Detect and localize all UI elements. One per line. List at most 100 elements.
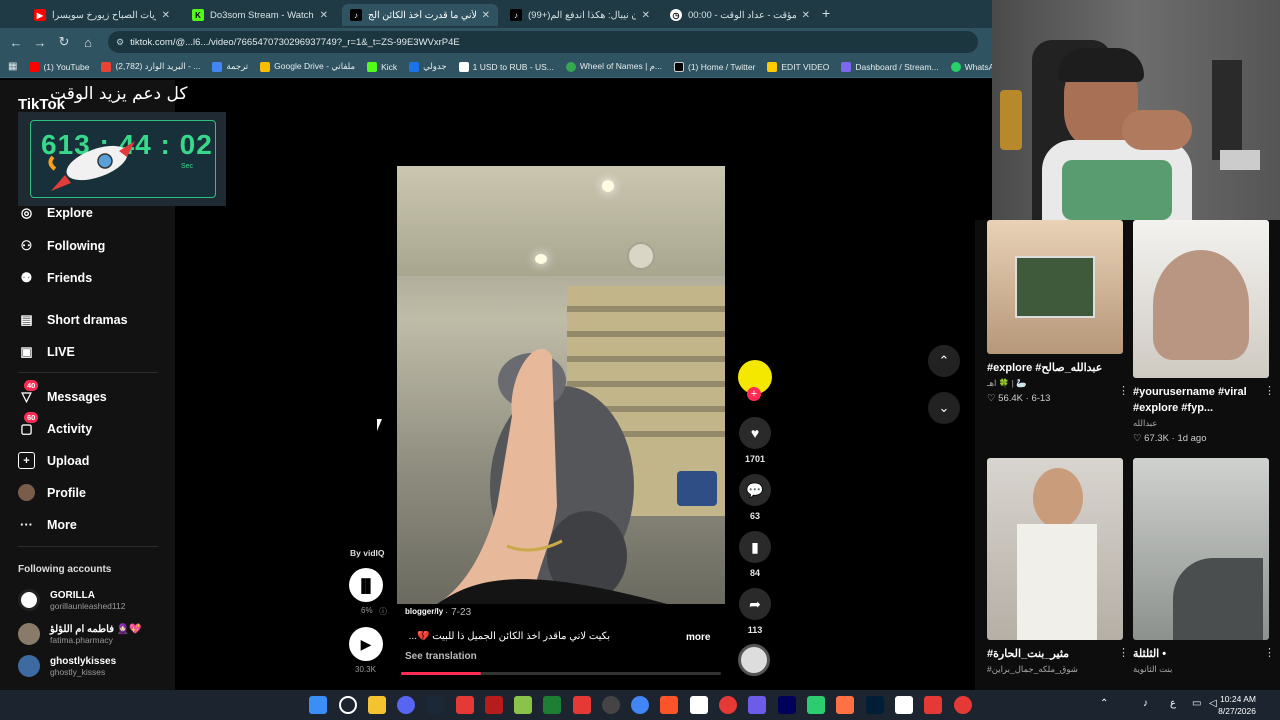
home-icon[interactable]: ⌂ [76,35,100,50]
nav-activity[interactable]: ▢ 60 Activity [18,412,92,437]
windows-start-icon[interactable] [309,696,327,714]
app-icon[interactable] [895,696,913,714]
card-menu-icon[interactable]: ⋮ [1264,646,1275,659]
nav-friends[interactable]: ⚉ Friends [18,269,92,286]
search-icon[interactable] [339,696,357,714]
network-icon[interactable]: ▭ [1192,698,1201,709]
comment-icon[interactable]: 💬 [739,474,771,506]
video-author[interactable]: blogger/ly [405,607,443,616]
discord-icon[interactable] [397,696,415,714]
previous-video-button[interactable]: ⌃ [928,345,960,377]
caption-more-link[interactable]: more [686,632,710,643]
close-tab-icon[interactable]: ✕ [802,10,810,21]
play-button[interactable]: ▶ [349,627,383,661]
see-translation-link[interactable]: See translation [405,651,477,662]
save-action[interactable]: ▮ 84 [738,531,772,578]
app-icon[interactable] [690,696,708,714]
bookmark-wheel[interactable]: Wheel of Names | م... [565,61,662,72]
share-action[interactable]: ➦ 113 [738,588,772,635]
app-icon[interactable] [954,696,972,714]
nav-short-dramas[interactable]: ▤ Short dramas [18,311,127,328]
brave-icon[interactable] [660,696,678,714]
vidiq-stats-button[interactable]: ▐▌ [349,568,383,602]
nav-live[interactable]: ▣ LIVE [18,343,74,360]
bookmark-dashboard[interactable]: Dashboard / Stream... [841,61,939,72]
nav-upload[interactable]: + Upload [18,452,89,469]
card-menu-icon[interactable]: ⋮ [1118,646,1129,659]
back-icon[interactable]: ← [4,35,28,50]
bookmark-icon[interactable]: ▮ [739,531,771,563]
comment-action[interactable]: 💬 63 [738,474,772,521]
excel-icon[interactable] [543,696,561,714]
card-menu-icon[interactable]: ⋮ [1264,384,1275,397]
taskbar-clock[interactable]: 10:24 AM 8/27/2026 [1218,693,1256,717]
recommended-video-card[interactable]: الثلثلة • بنت الثانوية ⋮ [1133,458,1275,675]
premiere-icon[interactable] [778,696,796,714]
browser-tab-4[interactable]: ♪ (99+)فيضان نيبال: هكذا اندفع الم ✕ [502,4,658,26]
close-tab-icon[interactable]: ✕ [482,10,490,21]
app-icon[interactable] [514,696,532,714]
bookmark-schedule[interactable]: جدولي [409,61,447,72]
bookmark-translate[interactable]: ترجمة [212,61,248,72]
video-thumbnail[interactable] [1133,220,1269,378]
heart-icon[interactable]: ♥ [739,417,771,449]
file-explorer-icon[interactable] [368,696,386,714]
bookmark-youtube[interactable]: (1) YouTube [29,61,89,72]
follow-plus-button[interactable]: + [747,387,761,401]
tray-chevron-icon[interactable]: ⌃ [1100,698,1108,709]
following-account-item[interactable]: فاطمه ام اللؤلؤ 🧕🏻💖 fatima.pharmacy [18,623,142,645]
video-thumbnail[interactable] [1133,458,1269,640]
like-action[interactable]: ♥ 1701 [738,417,772,464]
site-info-icon[interactable]: ⚙ [116,37,124,48]
microphone-icon[interactable]: ♪ [1143,698,1148,709]
nav-explore[interactable]: ◎ Explore [18,204,93,221]
recommended-video-card[interactable]: #yourusername #viral #explore #fyp... عب… [1133,220,1275,444]
browser-tab-3-active[interactable]: ♪ بكيت لأني ما قدرت آخذ الكائن الج ✕ [342,4,498,26]
recommended-video-card[interactable]: #explore #عبدالله_صالح اهـ 🍀 | 🦢 ♡ 56.4K… [987,220,1129,404]
close-tab-icon[interactable]: ✕ [642,10,650,21]
close-tab-icon[interactable]: ✕ [320,10,328,21]
reload-icon[interactable]: ↻ [52,34,76,50]
share-icon[interactable]: ➦ [739,588,771,620]
following-account-item[interactable]: ghostlykisses ghostly_kisses [18,655,116,677]
language-indicator[interactable]: ع [1170,698,1176,709]
card-menu-icon[interactable]: ⋮ [1118,384,1129,397]
video-thumbnail[interactable] [987,458,1123,640]
recommended-video-card[interactable]: مثير_بنت_الحارة# #شوق_ملكه_جمال_براين ⋮ [987,458,1129,675]
chrome-icon[interactable] [631,696,649,714]
app-icon[interactable] [456,696,474,714]
video-progress-bar[interactable] [401,672,721,675]
video-player[interactable] [397,166,725,604]
photoshop-icon[interactable] [866,696,884,714]
next-video-button[interactable]: ⌄ [928,392,960,424]
bookmark-drive[interactable]: Google Drive - ملفاتي [260,61,355,72]
app-icon[interactable] [719,696,737,714]
app-icon[interactable] [807,696,825,714]
bookmark-edit-video[interactable]: EDIT VIDEO [767,61,829,72]
bookmark-whatsapp[interactable]: WhatsApp [950,61,992,72]
browser-tab-5[interactable]: ◷ 00:00 - المؤقت - عداد الوقت ✕ [662,4,818,26]
info-icon[interactable]: ⓘ [379,606,387,617]
music-disc-avatar[interactable] [738,644,770,676]
url-field[interactable]: ⚙ tiktok.com/@...l6.../video/76654707302… [108,31,978,53]
new-tab-button[interactable]: + [822,5,830,21]
bookmark-gmail[interactable]: (2,782) البريد الوارد - ... [101,61,200,72]
nav-messages[interactable]: ▽ 40 Messages [18,380,107,405]
steam-icon[interactable] [426,696,444,714]
app-icon[interactable] [748,696,766,714]
apps-grid-icon[interactable]: ▦ [8,61,17,72]
app-icon[interactable] [924,696,942,714]
bookmark-twitter[interactable]: (1) Home / Twitter [674,61,755,72]
browser-tab-1[interactable]: ▶ فيروزيات الصباح زيورخ سويسرا ✕ [26,4,178,26]
bookmark-currency[interactable]: 1 USD to RUB - US... [458,61,554,72]
app-icon[interactable] [485,696,503,714]
close-tab-icon[interactable]: ✕ [162,10,170,21]
nav-profile[interactable]: Profile [18,484,86,501]
following-account-item[interactable]: GORILLA gorillaunleashed112 [18,589,125,611]
volume-icon[interactable]: ◁ [1209,698,1217,709]
video-thumbnail[interactable] [987,220,1123,354]
browser-tab-2[interactable]: K Do3som Stream - Watch Live o ✕ [184,4,336,26]
app-icon[interactable] [573,696,591,714]
nav-following[interactable]: ⚇ Following [18,237,106,254]
forward-icon[interactable]: → [28,35,52,50]
